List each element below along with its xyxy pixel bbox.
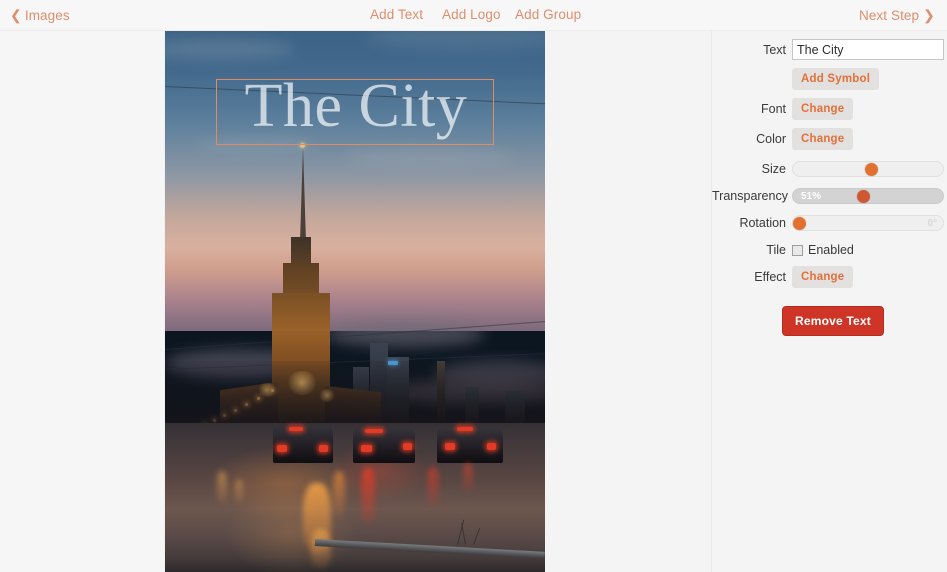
car-brakelight — [365, 429, 383, 433]
transparency-label: Transparency — [712, 189, 788, 203]
canvas-overlay-text: The City — [244, 72, 468, 140]
size-label: Size — [761, 162, 786, 176]
next-step-label: Next Step — [858, 8, 920, 23]
transparency-slider-handle[interactable] — [857, 190, 870, 203]
effect-label: Effect — [754, 270, 786, 284]
transparency-slider-wrap: 51% — [792, 188, 944, 204]
tile-label: Tile — [766, 243, 786, 257]
font-label: Font — [760, 102, 786, 116]
transparency-value: 51% — [801, 191, 822, 202]
car-taillight — [277, 445, 287, 452]
photo-preview: The City — [165, 31, 545, 572]
size-slider-handle[interactable] — [865, 163, 878, 176]
text-row: Text — [712, 39, 947, 61]
tile-row: Tile Enabled — [712, 239, 947, 261]
font-row: Font Change — [712, 98, 947, 120]
car-taillight — [361, 445, 372, 452]
car-taillight — [487, 443, 496, 450]
car-taillight — [319, 445, 328, 452]
light-reflection — [311, 529, 331, 569]
car-taillight — [445, 443, 455, 450]
text-overlay-selection-box[interactable]: The City — [216, 72, 494, 145]
canvas-right-gutter — [545, 31, 712, 572]
tile-enabled-label: Enabled — [808, 243, 854, 257]
rotation-row: Rotation 0° — [712, 212, 947, 234]
cloud — [345, 149, 515, 167]
add-group-link[interactable]: Add Group — [515, 7, 581, 22]
color-row: Color Change — [712, 128, 947, 150]
car-taillight — [403, 443, 412, 450]
rotation-value: 0° — [927, 218, 937, 229]
rotation-label: Rotation — [739, 216, 786, 230]
light-reflection — [463, 463, 473, 493]
light-reflection — [235, 479, 243, 505]
car-brakelight — [289, 427, 303, 431]
font-change-wrap: Change — [792, 98, 854, 120]
size-slider-wrap — [792, 161, 944, 177]
light-reflection — [427, 467, 439, 507]
font-change-button[interactable]: Change — [792, 98, 854, 120]
image-canvas[interactable]: The City — [165, 31, 545, 572]
color-change-button[interactable]: Change — [792, 128, 854, 150]
cloud — [325, 321, 485, 347]
text-input-wrap — [792, 39, 944, 60]
chevron-right-icon: ❯ — [923, 7, 935, 23]
back-to-images-label: Images — [24, 8, 70, 23]
next-step-link[interactable]: Next Step ❯ — [859, 7, 935, 24]
skyline-haze — [165, 361, 545, 431]
tower-spire — [300, 147, 306, 242]
size-slider[interactable] — [792, 161, 944, 177]
rotation-slider[interactable]: 0° — [792, 215, 944, 231]
add-symbol-row: Add Symbol — [712, 68, 947, 90]
text-input[interactable] — [792, 39, 944, 60]
canvas-left-gutter — [0, 31, 165, 572]
add-logo-link[interactable]: Add Logo — [442, 7, 501, 22]
tile-enabled-checkbox[interactable] — [792, 244, 803, 256]
app-root: ❮ Images Add Text Add Logo Add Group Next… — [0, 0, 947, 572]
transparency-row: Transparency 51% — [712, 185, 947, 207]
add-symbol-wrap: Add Symbol — [792, 68, 880, 90]
editor-workspace: The City — [0, 31, 712, 572]
remove-text-button[interactable]: Remove Text — [782, 306, 885, 336]
effect-change-button[interactable]: Change — [792, 266, 854, 288]
tile-checkbox-wrap[interactable]: Enabled — [792, 239, 854, 261]
color-label: Color — [756, 132, 786, 146]
text-label: Text — [763, 43, 786, 57]
add-text-link[interactable]: Add Text — [370, 7, 423, 22]
back-to-images-link[interactable]: ❮ Images — [10, 7, 70, 24]
color-change-wrap: Change — [792, 128, 854, 150]
top-navigation-bar: ❮ Images Add Text Add Logo Add Group Next… — [0, 0, 947, 31]
workspace-inner: The City — [0, 31, 712, 572]
chevron-left-icon: ❮ — [10, 7, 22, 23]
effect-change-wrap: Change — [792, 266, 854, 288]
light-reflection — [217, 471, 227, 505]
rotation-slider-handle[interactable] — [793, 217, 806, 230]
transparency-slider[interactable]: 51% — [792, 188, 944, 204]
light-reflection — [333, 471, 345, 517]
light-reflection — [361, 467, 375, 525]
rotation-slider-wrap: 0° — [792, 215, 944, 231]
size-row: Size — [712, 158, 947, 180]
effect-row: Effect Change — [712, 266, 947, 288]
text-properties-panel: Text Add Symbol Font Change Color Change — [712, 31, 947, 572]
car-brakelight — [457, 427, 473, 431]
add-symbol-button[interactable]: Add Symbol — [792, 68, 880, 90]
